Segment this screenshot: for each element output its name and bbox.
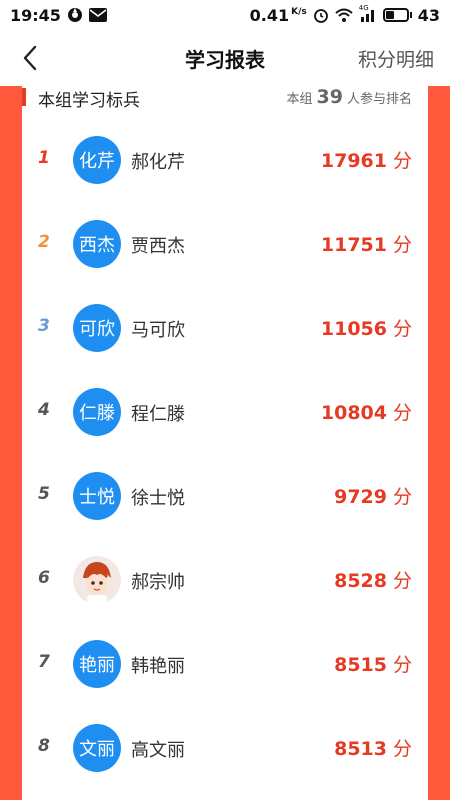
avatar: 西杰 <box>73 220 121 268</box>
score-value: 11056 <box>320 318 387 340</box>
avatar: 可欣 <box>73 304 121 352</box>
points-detail-link[interactable]: 积分明细 <box>358 45 434 72</box>
score-unit: 分 <box>392 486 412 508</box>
ranking-card: 本组学习标兵 本组 39 人参与排名 1 化芹 郝化芹 17961 分 2 西杰 贾西杰 117… <box>22 86 428 800</box>
ranking-row[interactable]: 6 郝宗帅 8528 分 <box>22 538 428 622</box>
avatar <box>73 556 121 604</box>
member-name: 郝化芹 <box>131 152 185 173</box>
section-title: 本组学习标兵 <box>38 91 140 111</box>
ranking-list: 1 化芹 郝化芹 17961 分 2 西杰 贾西杰 11751 分 3 可欣 马可欣 11056 分 4 仁滕程… <box>22 118 428 790</box>
ranking-row[interactable]: 5 士悦 徐士悦 9729 分 <box>22 454 428 538</box>
avatar: 士悦 <box>73 472 121 520</box>
score-unit: 分 <box>392 654 412 676</box>
net-speed: 0.41 K/s <box>249 5 307 25</box>
side-strip-left <box>0 86 22 800</box>
member-score: 17961 分 <box>321 146 412 173</box>
score-unit: 分 <box>392 570 412 592</box>
cartoon-avatar-icon <box>73 556 121 604</box>
ranking-row[interactable]: 4 仁滕 程仁滕 10804 分 <box>22 370 428 454</box>
side-strip-right <box>428 86 450 800</box>
status-left: 19:45 <box>10 6 107 25</box>
member-name: 郝宗帅 <box>131 572 185 593</box>
score-value: 17961 <box>320 150 387 172</box>
score-unit: 分 <box>392 150 412 172</box>
score-value: 10804 <box>320 402 387 424</box>
battery-percent: 43 <box>417 5 440 25</box>
member-name: 徐士悦 <box>131 488 185 509</box>
member-name: 高文丽 <box>131 740 185 761</box>
participants-count: 本组 39 人参与排名 <box>286 86 412 108</box>
rank-number: 5 <box>38 484 50 504</box>
alarm-icon <box>313 7 329 23</box>
member-score: 11056 分 <box>321 314 412 341</box>
score-value: 8528 <box>334 570 387 592</box>
member-score: 8528 分 <box>334 566 412 593</box>
signal-icon: 4G <box>359 4 377 22</box>
score-unit: 分 <box>392 738 412 760</box>
member-name: 韩艳丽 <box>131 656 185 677</box>
avatar: 化芹 <box>73 136 121 184</box>
section-header: 本组学习标兵 本组 39 人参与排名 <box>22 86 428 111</box>
member-score: 8513 分 <box>334 734 412 761</box>
ranking-row[interactable]: 3 可欣 马可欣 11056 分 <box>22 286 428 370</box>
member-name: 马可欣 <box>131 320 185 341</box>
ranking-row[interactable]: 8 文丽 高文丽 8513 分 <box>22 706 428 790</box>
status-time: 19:45 <box>10 5 61 25</box>
ranking-row[interactable]: 1 化芹 郝化芹 17961 分 <box>22 118 428 202</box>
member-score: 8515 分 <box>334 650 412 677</box>
rank-number: 7 <box>38 652 50 672</box>
section-marker <box>22 88 26 106</box>
rank-number: 3 <box>38 316 50 336</box>
score-value: 9729 <box>334 486 387 508</box>
status-bar: 19:45 0.41 K/s 4G 43 <box>0 0 450 30</box>
score-unit: 分 <box>392 402 412 424</box>
avatar: 艳丽 <box>73 640 121 688</box>
member-score: 11751 分 <box>321 230 412 257</box>
rank-number: 6 <box>38 568 50 588</box>
battery-icon <box>382 8 412 22</box>
wifi-icon <box>335 8 353 22</box>
assistant-icon <box>67 7 83 23</box>
score-value: 8513 <box>334 738 387 760</box>
score-unit: 分 <box>392 318 412 340</box>
score-value: 8515 <box>334 654 387 676</box>
member-name: 程仁滕 <box>131 404 185 425</box>
status-right: 0.41 K/s 4G 43 <box>249 4 440 25</box>
mail-icon <box>88 8 107 22</box>
score-unit: 分 <box>392 234 412 256</box>
score-value: 11751 <box>320 234 387 256</box>
rank-number: 1 <box>38 148 50 168</box>
ranking-row[interactable]: 2 西杰 贾西杰 11751 分 <box>22 202 428 286</box>
avatar: 文丽 <box>73 724 121 772</box>
ranking-row[interactable]: 7 艳丽 韩艳丽 8515 分 <box>22 622 428 706</box>
member-name: 贾西杰 <box>131 236 185 257</box>
rank-number: 4 <box>38 400 50 420</box>
rank-number: 8 <box>38 736 50 756</box>
app-header: 学习报表 积分明细 <box>0 30 450 86</box>
member-score: 10804 分 <box>321 398 412 425</box>
member-score: 9729 分 <box>334 482 412 509</box>
avatar: 仁滕 <box>73 388 121 436</box>
rank-number: 2 <box>38 232 50 252</box>
